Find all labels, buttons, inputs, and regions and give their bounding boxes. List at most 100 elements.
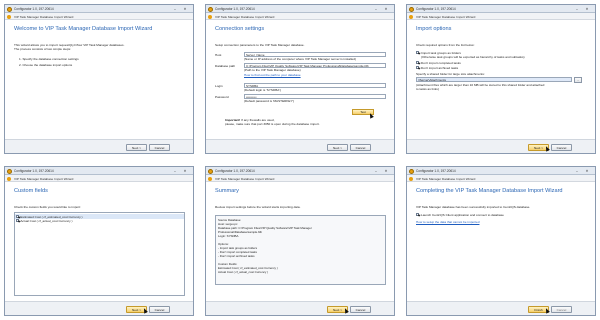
page-title: Import options	[416, 26, 452, 32]
next-button[interactable]: Next >	[126, 143, 147, 151]
close-icon[interactable]: ✕	[182, 169, 188, 174]
setup-data-link[interactable]: How to setup the data that cannot be imp…	[416, 220, 479, 224]
minimize-icon[interactable]: –	[373, 169, 379, 174]
list-item-checkbox[interactable]	[16, 219, 20, 223]
summary-line: Actual Cost ( cf_actual_cost Currency )	[218, 270, 269, 274]
footer: Next > Cancel	[206, 139, 394, 153]
wizard-header: VIP Task Manager Database Import Wizard	[206, 175, 394, 182]
host-label: Host	[215, 53, 222, 57]
database-path-label: Database path	[215, 64, 236, 68]
custom-fields-list[interactable]: Estimated Cost ( cf_estimated_cost Curre…	[14, 212, 185, 296]
intro-text-2: The process consists of two simple steps…	[14, 47, 72, 51]
wizard-header: VIP Task Manager Database Import Wizard	[407, 13, 595, 20]
wizard-icon	[409, 176, 413, 181]
wizard-header: VIP Task Manager Database Import Wizard	[5, 13, 193, 20]
app-icon	[208, 6, 213, 12]
summary-line: Login: SYSDBA	[218, 234, 239, 238]
cancel-button[interactable]: Cancel	[551, 143, 572, 151]
skip-completed-checkbox[interactable]	[416, 61, 420, 65]
summary-line: - Don't import archived tasks	[218, 254, 255, 258]
wizard-title: VIP Task Manager Database Import Wizard	[215, 14, 275, 19]
wizard-icon	[409, 14, 413, 19]
footer: Next > Cancel	[206, 301, 394, 315]
test-button-label: Test	[360, 110, 366, 114]
import-groups-checkbox[interactable]	[416, 51, 420, 55]
cancel-button[interactable]: Cancel	[350, 305, 371, 313]
next-button[interactable]: Next >	[327, 143, 348, 151]
page-title: Welcome to VIP Task Manager Database Imp…	[14, 26, 153, 32]
close-icon[interactable]: ✕	[383, 169, 389, 174]
wizard-icon	[208, 176, 212, 181]
wizard-icon	[208, 14, 212, 19]
login-hint: (Default login is 'SYSDBA')	[244, 88, 281, 92]
password-label: Password	[215, 95, 229, 99]
wizard-header: VIP Task Manager Database Import Wizard	[206, 13, 394, 20]
footer: Next > Cancel	[5, 139, 193, 153]
wizard-window-import-options: Configurator 1.0, 197.20614 – ✕ VIP Task…	[406, 4, 596, 154]
app-icon	[7, 168, 12, 174]
wizard-icon	[7, 14, 11, 19]
footer: Next > Cancel	[407, 139, 595, 153]
title-bar: Configurator 1.0, 197.20614 – ✕	[5, 167, 193, 175]
app-icon	[409, 6, 414, 12]
close-icon[interactable]: ✕	[584, 169, 590, 174]
list-item[interactable]: Actual Cost ( cf_actual_cost Currency )	[15, 219, 184, 224]
title-bar: Configurator 1.0, 197.20614 – ✕	[407, 5, 595, 13]
wizard-window-summary: Configurator 1.0, 197.20614 – ✕ VIP Task…	[205, 166, 395, 316]
important-note-2: please, make sure that port 3050 is open…	[225, 122, 320, 126]
close-icon[interactable]: ✕	[182, 7, 188, 12]
app-icon	[7, 6, 12, 12]
wizard-window-custom-fields: Configurator 1.0, 197.20614 – ✕ VIP Task…	[4, 166, 194, 316]
cancel-button[interactable]: Cancel	[350, 143, 371, 151]
title-bar: Configurator 1.0, 197.20614 – ✕	[206, 5, 394, 13]
launch-client-label: Launch CentriQS Client application and c…	[421, 212, 504, 217]
wizard-window-connection: Configurator 1.0, 197.20614 – ✕ VIP Task…	[205, 4, 395, 154]
shared-folder-label: Specify a shared folder for large size a…	[416, 72, 485, 76]
window-title: Configurator 1.0, 197.20614	[14, 169, 54, 173]
cancel-button[interactable]: Cancel	[149, 143, 170, 151]
minimize-icon[interactable]: –	[172, 169, 178, 174]
password-hint: (Default password is 'MASTERKEY')	[244, 99, 295, 103]
summary-box: Source Database: Host: sergei-pc Databas…	[215, 215, 386, 285]
footer: Finish Cancel	[407, 301, 595, 315]
page-title: Custom fields	[14, 188, 48, 194]
minimize-icon[interactable]: –	[172, 7, 178, 12]
close-icon[interactable]: ✕	[584, 7, 590, 12]
app-icon	[409, 168, 414, 174]
page-title: Summary	[215, 188, 239, 194]
list-item-label: Actual Cost ( cf_actual_cost Currency )	[20, 219, 73, 224]
minimize-icon[interactable]: –	[574, 169, 580, 174]
cancel-button[interactable]: Cancel	[149, 305, 170, 313]
database-path-help-link[interactable]: How to find out the path to your databas…	[244, 73, 301, 77]
window-title: Configurator 1.0, 197.20614	[215, 7, 255, 11]
intro-text: VIP Task Manager database has been succe…	[416, 205, 531, 209]
launch-client-checkbox[interactable]	[416, 213, 420, 217]
wizard-header: VIP Task Manager Database Import Wizard	[407, 175, 595, 182]
title-bar: Configurator 1.0, 197.20614 – ✕	[206, 167, 394, 175]
wizard-title: VIP Task Manager Database Import Wizard	[14, 14, 74, 19]
browse-folder-button[interactable]: ...	[574, 76, 582, 83]
minimize-icon[interactable]: –	[574, 7, 580, 12]
shared-folder-input[interactable]: \\Server\Attachments	[416, 77, 572, 82]
close-icon[interactable]: ✕	[383, 7, 389, 12]
wizard-title: VIP Task Manager Database Import Wizard	[416, 176, 476, 181]
intro-text: Setup connection parameters to the VIP T…	[215, 43, 305, 47]
minimize-icon[interactable]: –	[373, 7, 379, 12]
intro-text: Review import settings before the wizard…	[215, 205, 301, 209]
intro-text: Check required options from the list bel…	[416, 43, 475, 47]
wizard-header: VIP Task Manager Database Import Wizard	[5, 175, 193, 182]
login-label: Login	[215, 84, 223, 88]
shared-folder-hint-2: to tasks as links)	[416, 87, 439, 91]
list-item-checkbox[interactable]	[16, 214, 20, 218]
page-title: Connection settings	[215, 26, 265, 32]
page-title: Completing the VIP Task Manager Database…	[416, 188, 563, 194]
window-title: Configurator 1.0, 197.20614	[416, 7, 456, 11]
skip-archived-checkbox[interactable]	[416, 66, 420, 70]
wizard-title: VIP Task Manager Database Import Wizard	[14, 176, 74, 181]
footer: Next > Cancel	[5, 301, 193, 315]
wizard-title: VIP Task Manager Database Import Wizard	[215, 176, 275, 181]
cancel-button[interactable]: Cancel	[551, 305, 572, 313]
database-path-hint: (Path to the VIP Task Manager database)	[244, 68, 301, 72]
step-2: 2. Choose the database import options	[19, 63, 73, 67]
window-title: Configurator 1.0, 197.20614	[416, 169, 456, 173]
